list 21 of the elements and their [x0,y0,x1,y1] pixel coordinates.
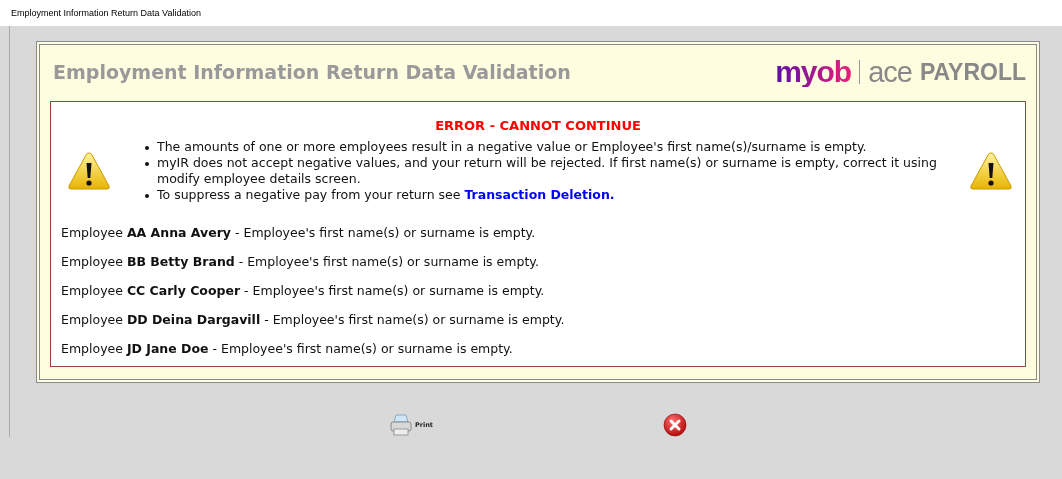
employee-message: Employee AA Anna Avery - Employee's first name(s) or surname is empty. [61,225,537,240]
brand-logo: myob [775,57,852,87]
bullet-text: To suppress a negative pay from your return see Transaction Deletion. [157,187,615,203]
employee-message: Employee BB Betty Brand - Employee's first name(s) or surname is empty. [61,254,540,269]
page-title: Employment Information Return Data Validation [53,61,571,83]
bullet-icon [145,162,149,166]
close-button[interactable] [662,413,687,437]
employee-message: Employee JD Jane Doe - Employee's first name(s) or surname is empty. [61,341,514,356]
bullet-text: myIR does not accept negative values, and your return will be rejected. If first name(s) or surname is empty, correct it using modify employee details screen. [157,155,938,187]
bullet-text: The amounts of one or more employees result in a negative value or Employee's first name(s)/surname is empty. [157,139,867,155]
warning-icon [67,151,111,191]
bullet-icon [145,194,149,198]
product-name: PAYROLL [919,60,1026,84]
error-heading: ERROR - CANNOT CONTINUE [434,118,642,133]
bullet-icon [145,146,149,150]
window-title: Employment Information Return Data Validation [0,0,1062,26]
warning-icon [969,151,1013,191]
employee-message: Employee DD Deina Dargavill - Employee's first name(s) or surname is empty. [61,312,566,327]
transaction-deletion-link[interactable]: Transaction Deletion. [464,187,615,202]
employee-message: Employee CC Carly Cooper - Employee's first name(s) or surname is empty. [61,283,546,298]
product-logo: ace [868,57,912,87]
